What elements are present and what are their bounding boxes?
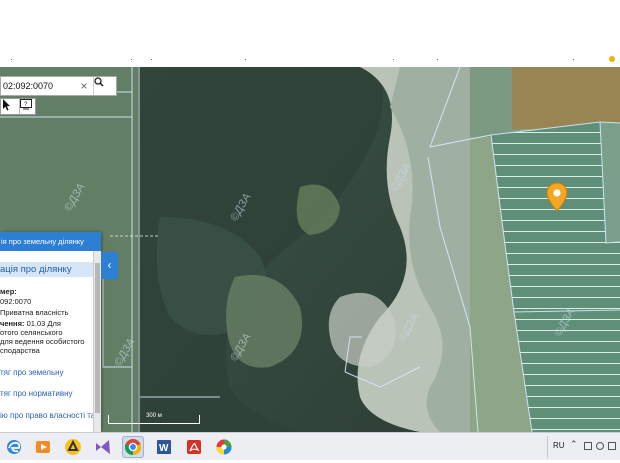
visual-studio-icon[interactable]: [92, 436, 114, 458]
scale-bar: 300 м: [108, 413, 200, 424]
satellite-map[interactable]: ©ДЗА ©ДЗА ©ДЗА ©ДЗА ©ДЗА ©ДЗА ©ДЗА × ? і…: [0, 67, 620, 432]
cadastral-number-label: мер:: [0, 287, 17, 296]
cursor-icon[interactable]: [2, 99, 18, 114]
picasa-icon[interactable]: [213, 436, 235, 458]
toolbar-dot: ·: [244, 54, 247, 64]
info-icon[interactable]: ?: [19, 99, 36, 114]
purpose-label: чення:: [0, 319, 25, 328]
browser-toolbar: · · · · · · ·: [0, 0, 620, 68]
word-icon[interactable]: W: [153, 436, 175, 458]
language-indicator[interactable]: RU: [553, 441, 565, 450]
toolbar-dot: ·: [130, 54, 133, 64]
search-input[interactable]: [3, 79, 77, 93]
scale-label: 300 м: [146, 413, 162, 419]
collapse-panel-button[interactable]: ‹: [101, 252, 118, 279]
ownership-type: Приватна власність: [0, 308, 69, 317]
cadastral-search: ×: [0, 76, 117, 96]
chevron-left-icon: ‹: [107, 258, 112, 272]
panel-content: ація про ділянку мер: 092:0070 Приватна …: [0, 251, 93, 432]
panel-scrollbar[interactable]: [93, 251, 101, 432]
battery-icon[interactable]: [608, 442, 616, 450]
avast-icon[interactable]: [62, 436, 84, 458]
ownership-rights-link[interactable]: ію про право власності та: [0, 411, 93, 420]
svg-text:W: W: [159, 443, 169, 454]
purpose-value: 01.03 Для: [26, 319, 61, 328]
toolbar-dot: ·: [572, 54, 575, 64]
edge-icon[interactable]: [3, 436, 25, 458]
tray-separator: [547, 436, 548, 458]
location-dot: [609, 56, 615, 62]
volume-icon[interactable]: [596, 442, 604, 450]
purpose-line: для ведення особистого: [0, 337, 85, 346]
normative-valuation-link[interactable]: тяг про нормативну: [0, 389, 72, 398]
toolbar-dot: ·: [436, 54, 439, 64]
panel-title: ія про земельну ділянку: [0, 232, 101, 251]
parcel-info-panel: ія про земельну ділянку ація про ділянку…: [0, 232, 101, 432]
media-player-icon[interactable]: [32, 436, 54, 458]
location-marker-icon[interactable]: [546, 182, 568, 212]
chrome-icon[interactable]: [122, 436, 144, 458]
toolbar-dot: ·: [10, 54, 13, 64]
land-extract-link[interactable]: тяг про земельну: [0, 368, 64, 377]
chevron-up-icon[interactable]: ⌃: [570, 439, 578, 450]
network-icon[interactable]: [584, 442, 592, 450]
taskbar: W RU ⌃: [0, 432, 620, 460]
scrollbar-thumb[interactable]: [95, 263, 100, 413]
toolbar-dot: ·: [150, 54, 153, 64]
acrobat-icon[interactable]: [183, 436, 205, 458]
purpose-line: отого селянського: [0, 328, 63, 337]
search-icon[interactable]: [93, 77, 118, 95]
purpose-line: сподарства: [0, 346, 40, 355]
map-tools: ?: [0, 98, 36, 115]
close-icon[interactable]: ×: [78, 78, 90, 94]
cadastral-number-value: 092:0070: [0, 297, 32, 306]
section-title: ація про ділянку: [0, 262, 93, 277]
toolbar-dot: ·: [392, 54, 395, 64]
